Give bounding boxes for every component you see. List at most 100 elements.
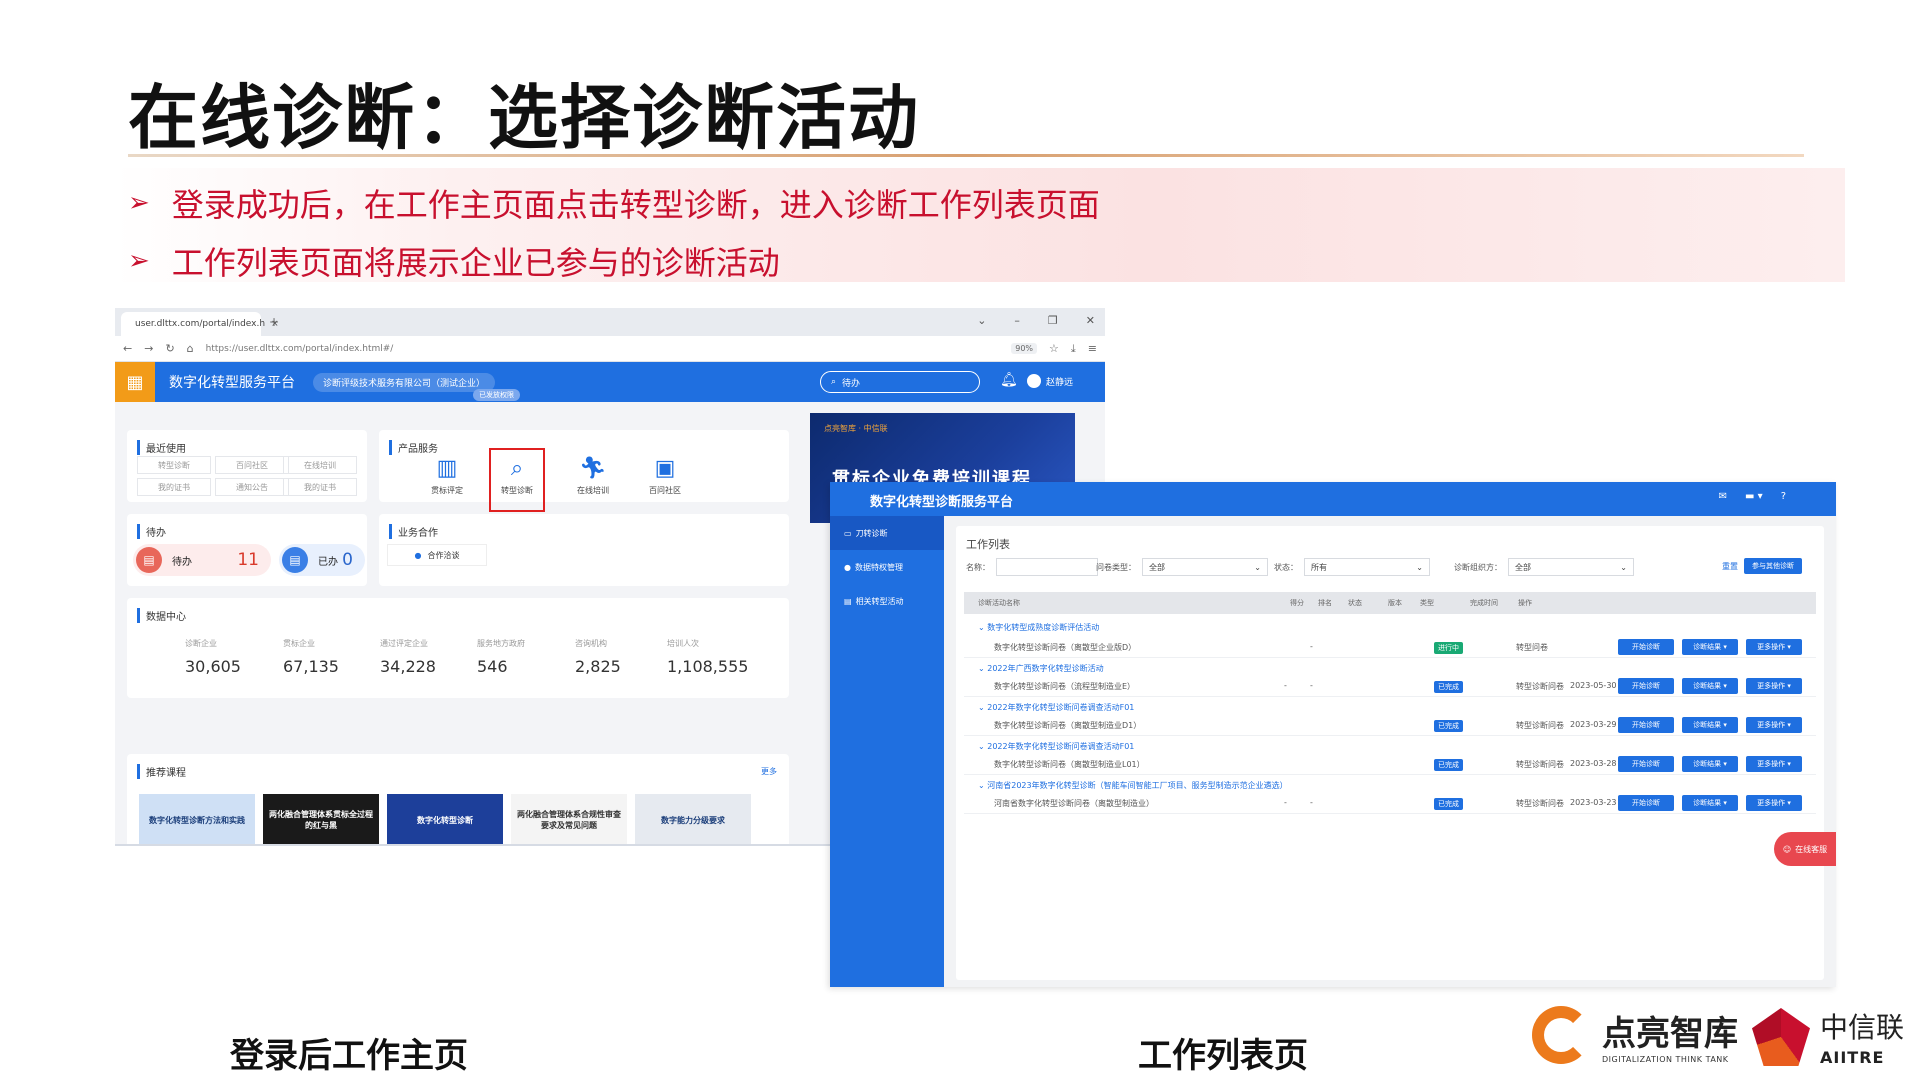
diagnosis-result-button[interactable]: 诊断结果 ▾ (1682, 678, 1738, 694)
diagnosis-result-button[interactable]: 诊断结果 ▾ (1682, 639, 1738, 655)
diagnosis-result-button[interactable]: 诊断结果 ▾ (1682, 756, 1738, 772)
recent-item[interactable]: 在线培训 (283, 456, 357, 474)
activity-group-toggle[interactable]: ⌄ 2022年数字化转型诊断问卷调查活动F01 (978, 702, 1134, 713)
activity-group-toggle[interactable]: ⌄ 2022年数字化转型诊断问卷调查活动F01 (978, 741, 1134, 752)
course-thumbnail[interactable]: 两化融合管理体系合规性审查要求及常见问题 (511, 794, 627, 844)
recent-item[interactable]: 通知公告 (215, 478, 289, 496)
product-label: 贯标评定 (431, 486, 463, 495)
menu-icon[interactable]: ≡ (1088, 342, 1097, 355)
org-selector[interactable]: 诊断评级技术服务有限公司（测试企业） (313, 372, 496, 392)
worklist-sidebar: ▭ 刀转诊断 ● 数据特权管理 ▤ 相关转型活动 (830, 516, 944, 987)
start-diagnosis-button[interactable]: 开始诊断 (1618, 756, 1674, 772)
row-actions: 开始诊断 诊断结果 ▾ 更多操作 ▾ (1618, 678, 1802, 694)
activity-group-toggle[interactable]: ⌄ 河南省2023年数字化转型诊断（智能车间智能工厂项目、服务型制造示范企业遴选… (978, 780, 1288, 791)
cooperation-button[interactable]: ● 合作洽谈 (387, 544, 487, 566)
aiitre-logo-text: 中信联 AIITRE (1820, 1006, 1904, 1067)
recent-item[interactable]: 转型诊断 (137, 456, 211, 474)
address-bar-row: ← → ↻ ⌂ https://user.dlttx.com/portal/in… (115, 336, 1105, 362)
diagnosis-result-button[interactable]: 诊断结果 ▾ (1682, 795, 1738, 811)
activity-group-toggle[interactable]: ⌄ 2022年广西数字化转型诊断活动 (978, 663, 1104, 674)
banner-logos: 点亮智库 · 中信联 (824, 424, 888, 433)
pending-todo-button[interactable]: ▤ 待办 11 (133, 544, 271, 576)
new-tab-icon[interactable]: + (269, 315, 279, 329)
course-thumbnail[interactable]: 数字化转型诊断 (387, 794, 503, 844)
sidebar-item-data-privilege[interactable]: ● 数据特权管理 (830, 550, 944, 584)
bullet-item: ➢ 工作列表页面将展示企业已参与的诊断活动 (128, 238, 780, 284)
header-search-input[interactable]: ⌕ 待办 (820, 371, 980, 393)
more-link[interactable]: 更多 (761, 766, 777, 777)
app-name: 数字化转型服务平台 (169, 375, 295, 391)
bookmark-star-icon[interactable]: ☆ (1049, 342, 1059, 355)
reload-icon[interactable]: ↻ (165, 342, 174, 355)
user-menu[interactable]: 赵静远 (1027, 374, 1073, 388)
more-actions-button[interactable]: 更多操作 ▾ (1746, 639, 1802, 655)
start-diagnosis-button[interactable]: 开始诊断 (1618, 678, 1674, 694)
sidebar-item-activities[interactable]: ▤ 相关转型活动 (830, 584, 944, 618)
course-thumbnail[interactable]: 数字化转型诊断方法和实践 (139, 794, 255, 844)
join-diagnosis-button[interactable]: 参与其他诊断 (1744, 558, 1802, 574)
help-icon[interactable]: ? (1781, 491, 1786, 502)
notification-bell-icon[interactable]: 🔔︎ (1000, 372, 1018, 388)
type: 转型诊断问卷 (1516, 799, 1564, 808)
more-actions-button[interactable]: 更多操作 ▾ (1746, 678, 1802, 694)
type: 转型诊断问卷 (1516, 760, 1564, 769)
status-badge: 进行中 (1434, 642, 1463, 654)
back-icon[interactable]: ← (123, 342, 132, 355)
home-icon[interactable]: ⌂ (187, 342, 194, 355)
type: 转型问卷 (1516, 643, 1548, 652)
user-menu-icon[interactable]: ▬ ▾ (1745, 491, 1763, 502)
table-row: 数字化转型诊断问卷（流程型制造业E） - - 已完成 转型诊断问卷 2023-0… (964, 675, 1816, 697)
minimize-icon[interactable]: – (1014, 314, 1020, 327)
recent-item[interactable]: 我的证书 (283, 478, 357, 496)
done-todo-button[interactable]: ▤ 已办 0 (279, 544, 365, 576)
close-window-icon[interactable]: ✕ (1086, 314, 1095, 327)
building-icon: ▥ (436, 456, 458, 481)
recent-item[interactable]: 我的证书 (137, 478, 211, 496)
stat-label: 咨询机构 (575, 639, 607, 648)
table-row: 数字化转型诊断问卷（离散型制造业D1） 已完成 转型诊断问卷 2023-03-2… (964, 714, 1816, 736)
restore-icon[interactable]: ❐ (1048, 314, 1058, 327)
start-diagnosis-button[interactable]: 开始诊断 (1618, 795, 1674, 811)
course-thumbnail[interactable]: 两化融合管理体系贯标全过程的红与黑 (263, 794, 379, 844)
recommended-courses-card: 推荐课程 更多 数字化转型诊断方法和实践 两化融合管理体系贯标全过程的红与黑 数… (127, 754, 789, 844)
product-transform-diagnosis[interactable]: ⌕ 转型诊断 (489, 448, 545, 512)
start-diagnosis-button[interactable]: 开始诊断 (1618, 717, 1674, 733)
product-guanbiao[interactable]: ▥ 贯标评定 (419, 456, 475, 496)
address-bar[interactable]: https://user.dlttx.com/portal/index.html… (206, 344, 1000, 354)
name-filter: 名称： (966, 558, 1098, 576)
zoom-level[interactable]: 90% (1011, 343, 1038, 354)
row-actions: 开始诊断 诊断结果 ▾ 更多操作 ▾ (1618, 795, 1802, 811)
activity-group-toggle[interactable]: ⌄ 数字化转型成熟度诊断评估活动 (978, 622, 1099, 633)
filter-label: 问卷类型： (1096, 562, 1136, 572)
diagnosis-result-button[interactable]: 诊断结果 ▾ (1682, 717, 1738, 733)
user-name: 赵静远 (1046, 377, 1074, 388)
message-icon[interactable]: ✉ (1719, 491, 1727, 502)
reset-link[interactable]: 重置 (1722, 561, 1738, 572)
product-online-training[interactable]: 🏃︎ 在线培训 (565, 456, 621, 496)
type-select[interactable]: 全部 ⌄ (1142, 558, 1268, 576)
name-input[interactable] (996, 558, 1098, 576)
online-service-button[interactable]: ☺ 在线客服 (1774, 832, 1836, 866)
start-diagnosis-button[interactable]: 开始诊断 (1618, 639, 1674, 655)
tab-list-icon[interactable]: ⌄ (977, 314, 986, 327)
sidebar-item-diagnosis[interactable]: ▭ 刀转诊断 (830, 516, 944, 550)
caption-work-list: 工作列表页 (1138, 1036, 1308, 1076)
recent-item[interactable]: 百问社区 (215, 456, 289, 474)
product-label: 百问社区 (649, 486, 681, 495)
more-actions-button[interactable]: 更多操作 ▾ (1746, 756, 1802, 772)
download-icon[interactable]: ⤓ (1071, 342, 1076, 356)
product-community[interactable]: ▣ 百问社区 (637, 456, 693, 496)
status-select[interactable]: 所有 ⌄ (1304, 558, 1430, 576)
more-actions-button[interactable]: 更多操作 ▾ (1746, 717, 1802, 733)
app-grid-icon[interactable]: ▦ (115, 362, 155, 402)
todo-card: 待办 ▤ 待办 11 ▤ 已办 0 (127, 514, 367, 586)
completion-date: 2023-05-30 (1570, 681, 1617, 690)
more-actions-button[interactable]: 更多操作 ▾ (1746, 795, 1802, 811)
course-thumbnail[interactable]: 数字能力分级要求 (635, 794, 751, 844)
org-select[interactable]: 全部 ⌄ (1508, 558, 1634, 576)
tab-title: user.dlttx.com/portal/index.h (135, 319, 266, 329)
table-row: 河南省数字化转型诊断问卷（离散型制造业） - - 已完成 转型诊断问卷 2023… (964, 792, 1816, 814)
browser-tab[interactable]: user.dlttx.com/portal/index.h × (121, 312, 279, 336)
browser-tab-bar: user.dlttx.com/portal/index.h × + ⌄ – ❐ … (115, 308, 1105, 336)
forward-icon[interactable]: → (144, 342, 153, 355)
